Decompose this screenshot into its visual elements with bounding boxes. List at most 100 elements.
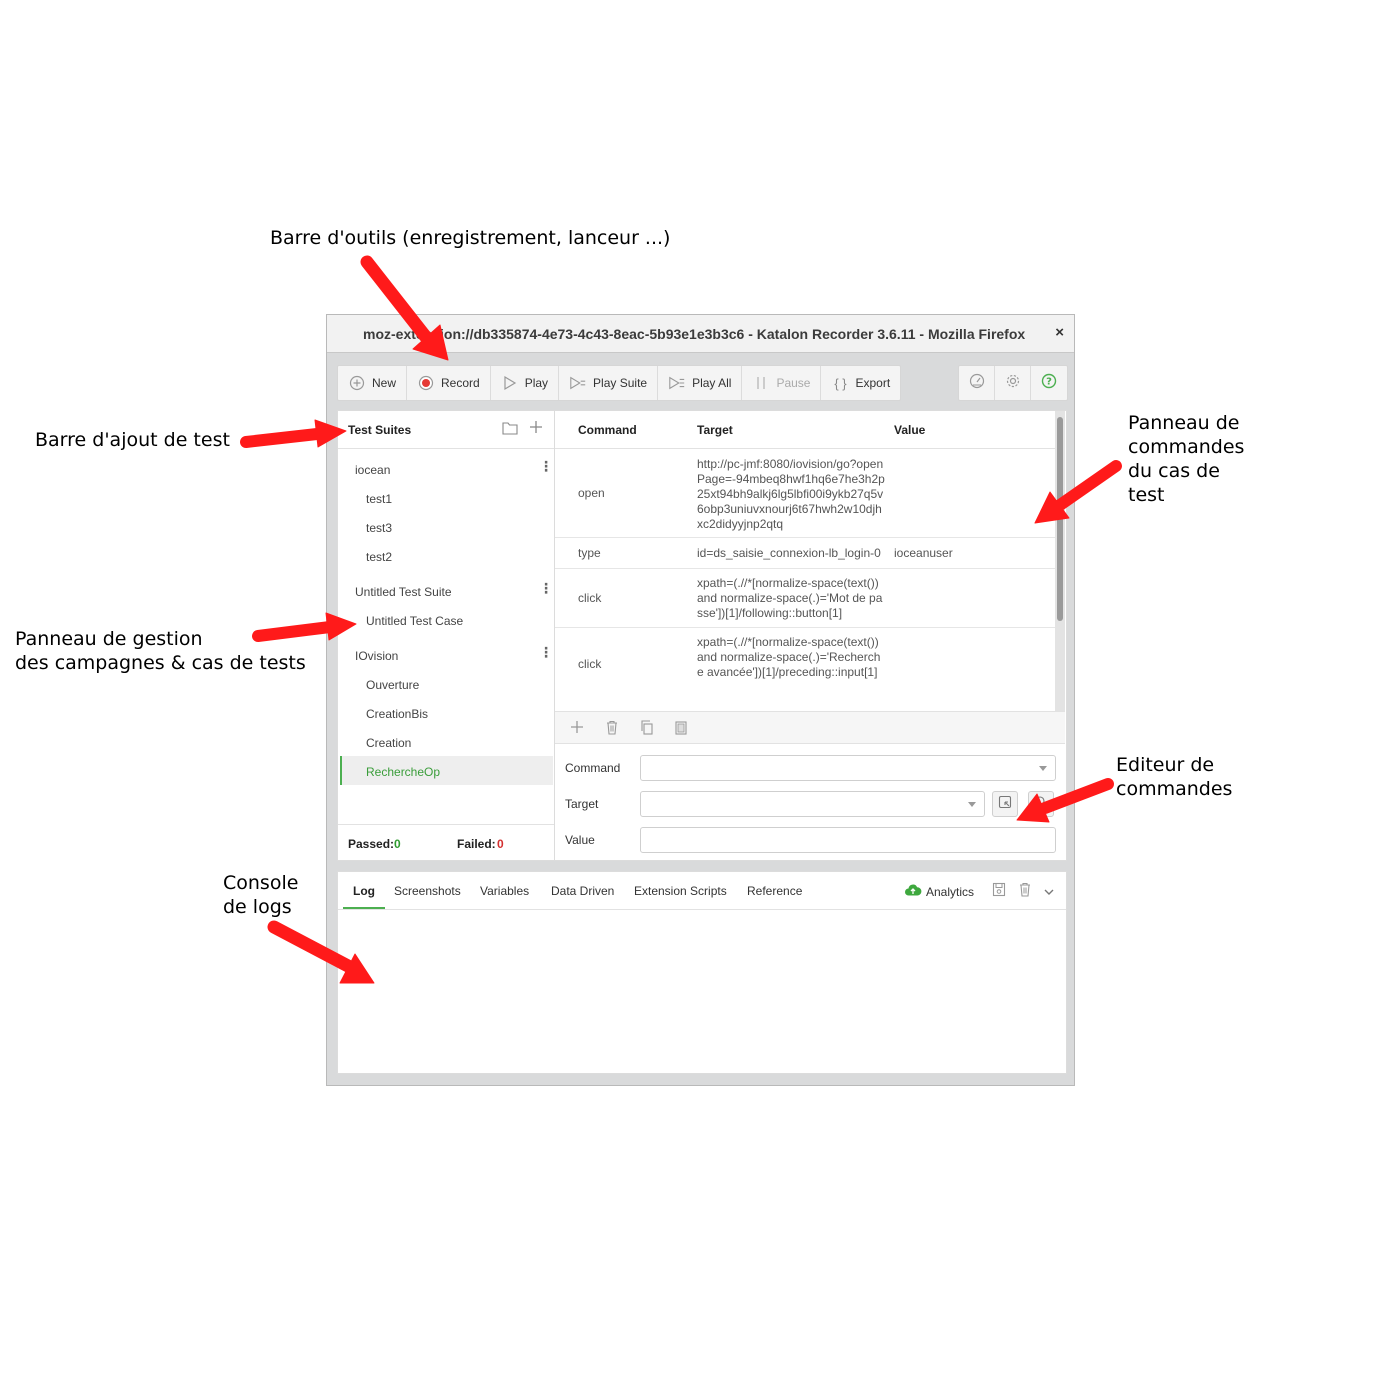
- row-command: type: [578, 546, 601, 560]
- table-row[interactable]: click xpath=(.//*[normalize-space(text()…: [555, 628, 1055, 711]
- commands-scrollbar[interactable]: [1055, 411, 1065, 711]
- commands-panel: Command Target Value open http://pc-jmf:…: [555, 410, 1067, 861]
- braces-icon: { }: [834, 375, 847, 391]
- find-target-button[interactable]: [1028, 791, 1054, 817]
- export-button[interactable]: { } Export: [821, 366, 900, 400]
- console-tabs: Log Screenshots Variables Data Driven Ex…: [338, 872, 1066, 910]
- help-button[interactable]: ?: [1031, 366, 1067, 400]
- tab-extension-scripts[interactable]: Extension Scripts: [634, 884, 727, 898]
- suite-menu-icon[interactable]: ⋮: [539, 581, 553, 595]
- annotation-toolbar: Barre d'outils (enregistrement, lanceur …: [270, 227, 671, 249]
- select-element-icon: [998, 795, 1012, 814]
- case-ouverture[interactable]: Ouverture: [366, 678, 419, 692]
- case-creation[interactable]: Creation: [366, 736, 411, 750]
- trash-icon[interactable]: [605, 720, 619, 740]
- annotation-campaign-panel: Panneau de gestion des campagnes & cas d…: [15, 628, 306, 674]
- case-untitled[interactable]: Untitled Test Case: [366, 614, 463, 628]
- search-icon: [1034, 795, 1048, 814]
- play-icon: [501, 375, 519, 391]
- new-label: New: [372, 376, 397, 390]
- suite-menu-icon[interactable]: ⋮: [539, 645, 553, 659]
- chevron-down-icon: [1039, 766, 1047, 771]
- record-icon: [417, 375, 435, 391]
- suite-iovision[interactable]: IOvision: [355, 649, 398, 663]
- chevron-down-icon[interactable]: [1043, 884, 1055, 902]
- tab-variables[interactable]: Variables: [480, 884, 529, 898]
- play-button[interactable]: Play: [491, 366, 560, 400]
- pause-button[interactable]: Pause: [742, 366, 822, 400]
- row-target: xpath=(.//*[normalize-space(text()) and …: [697, 635, 881, 679]
- suite-iocean[interactable]: iocean: [355, 463, 390, 477]
- play-all-label: Play All: [692, 376, 732, 390]
- case-test2[interactable]: test2: [366, 550, 392, 564]
- add-suite-icon[interactable]: [528, 419, 544, 440]
- plus-circle-icon: [348, 375, 366, 391]
- failed-label: Failed:: [457, 837, 496, 851]
- header-target: Target: [697, 423, 733, 437]
- play-all-icon: [668, 375, 686, 391]
- select-target-button[interactable]: [992, 791, 1018, 817]
- target-select[interactable]: [640, 791, 985, 817]
- row-target: id=ds_saisie_connexion-lb_login-0: [697, 546, 881, 560]
- header-value: Value: [894, 423, 926, 437]
- copy-icon[interactable]: [640, 720, 654, 740]
- play-suite-label: Play Suite: [593, 376, 648, 390]
- row-target: http://pc-jmf:8080/iovision/go?openPage=…: [697, 457, 885, 531]
- suite-menu-icon[interactable]: ⋮: [539, 459, 553, 473]
- case-rechercheop[interactable]: RechercheOp: [366, 765, 440, 779]
- gear-icon: [1005, 373, 1021, 394]
- save-log-icon[interactable]: [992, 882, 1006, 902]
- speedometer-button[interactable]: [959, 366, 995, 400]
- row-command: click: [578, 591, 602, 605]
- tab-data-driven[interactable]: Data Driven: [551, 884, 614, 898]
- passed-count: 0: [394, 837, 401, 851]
- case-test1[interactable]: test1: [366, 492, 392, 506]
- title-bar: moz-extension://db335874-4e73-4c43-8eac-…: [327, 315, 1074, 353]
- open-folder-icon[interactable]: [502, 421, 518, 440]
- add-command-icon[interactable]: [570, 720, 584, 739]
- suite-untitled[interactable]: Untitled Test Suite: [355, 585, 452, 599]
- log-output: [338, 910, 1066, 1073]
- katalon-window: moz-extension://db335874-4e73-4c43-8eac-…: [326, 314, 1075, 1086]
- case-creationbis[interactable]: CreationBis: [366, 707, 428, 721]
- test-suites-panel: Test Suites iocean ⋮ test1 test3 test2 U…: [337, 410, 555, 861]
- clear-log-icon[interactable]: [1018, 882, 1032, 902]
- scroll-thumb[interactable]: [1057, 417, 1063, 621]
- tab-reference[interactable]: Reference: [747, 884, 802, 898]
- speedometer-icon: [969, 373, 985, 394]
- header-command: Command: [578, 423, 637, 437]
- chevron-down-icon: [968, 802, 976, 807]
- annotation-editor: Editeur de commandes: [1116, 754, 1233, 800]
- row-value: ioceanuser: [894, 546, 953, 560]
- analytics-button[interactable]: Analytics: [904, 883, 974, 900]
- play-all-button[interactable]: Play All: [658, 366, 743, 400]
- paste-icon[interactable]: [674, 720, 688, 740]
- table-row[interactable]: click xpath=(.//*[normalize-space(text()…: [555, 569, 1055, 628]
- annotation-console: Console de logs: [223, 872, 299, 918]
- test-suites-title: Test Suites: [348, 423, 412, 437]
- tab-log[interactable]: Log: [353, 884, 375, 898]
- case-test3[interactable]: test3: [366, 521, 392, 535]
- play-suite-button[interactable]: Play Suite: [559, 366, 659, 400]
- row-target: xpath=(.//*[normalize-space(text()) and …: [697, 576, 883, 620]
- annotation-add-test: Barre d'ajout de test: [35, 429, 230, 451]
- command-select[interactable]: [640, 755, 1056, 781]
- row-command: open: [578, 486, 605, 500]
- analytics-label: Analytics: [926, 884, 975, 899]
- record-label: Record: [441, 376, 480, 390]
- record-button[interactable]: Record: [407, 366, 491, 400]
- editor-target-label: Target: [565, 797, 599, 811]
- table-row[interactable]: open http://pc-jmf:8080/iovision/go?open…: [555, 449, 1055, 538]
- export-label: Export: [855, 376, 891, 390]
- tab-screenshots[interactable]: Screenshots: [394, 884, 461, 898]
- pause-icon: [752, 375, 770, 391]
- value-input[interactable]: [640, 827, 1056, 853]
- new-button[interactable]: New: [338, 366, 408, 400]
- row-command: click: [578, 657, 602, 671]
- window-title: moz-extension://db335874-4e73-4c43-8eac-…: [363, 326, 1026, 342]
- close-window-button[interactable]: ×: [1055, 324, 1064, 341]
- settings-button[interactable]: [995, 366, 1031, 400]
- table-row[interactable]: type id=ds_saisie_connexion-lb_login-0 i…: [555, 538, 1055, 569]
- play-suite-icon: [569, 375, 587, 391]
- editor-command-label: Command: [565, 761, 621, 775]
